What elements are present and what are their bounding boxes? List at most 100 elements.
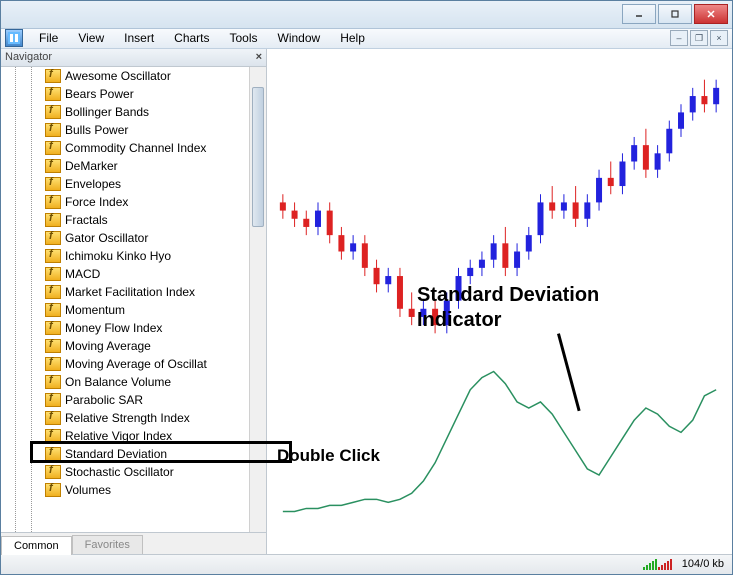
title-bar — [1, 1, 732, 29]
indicator-commodity-channel-index[interactable]: Commodity Channel Index — [1, 139, 249, 157]
indicator-money-flow-index[interactable]: Money Flow Index — [1, 319, 249, 337]
indicator-label: Money Flow Index — [65, 321, 162, 335]
indicator-volumes[interactable]: Volumes — [1, 481, 249, 499]
app-icon — [5, 29, 23, 47]
indicator-icon — [45, 465, 61, 479]
indicator-envelopes[interactable]: Envelopes — [1, 175, 249, 193]
indicator-icon — [45, 123, 61, 137]
menu-insert[interactable]: Insert — [114, 29, 164, 47]
indicator-icon — [45, 159, 61, 173]
indicator-label: Fractals — [65, 213, 108, 227]
indicator-label: Gator Oscillator — [65, 231, 148, 245]
indicator-icon — [45, 357, 61, 371]
status-bar: 104/0 kb — [1, 554, 732, 574]
connection-bars-icon — [643, 558, 672, 570]
indicator-label: Envelopes — [65, 177, 121, 191]
content-area: Navigator × Awesome Oscillator Bears Powe… — [1, 49, 732, 554]
indicator-parabolic-sar[interactable]: Parabolic SAR — [1, 391, 249, 409]
chart-area[interactable]: Standard Deviation Indicator Double Clic… — [267, 49, 732, 554]
indicator-label: Bears Power — [65, 87, 134, 101]
indicator-label: Standard Deviation — [65, 447, 167, 461]
indicator-label: Bollinger Bands — [65, 105, 149, 119]
menu-tools[interactable]: Tools — [220, 29, 268, 47]
mdi-restore-button[interactable]: ❐ — [690, 30, 708, 46]
indicator-label: Force Index — [65, 195, 128, 209]
scrollbar-thumb[interactable] — [252, 87, 264, 227]
indicator-label: MACD — [65, 267, 100, 281]
indicator-icon — [45, 447, 61, 461]
indicator-icon — [45, 141, 61, 155]
menu-help[interactable]: Help — [330, 29, 375, 47]
tab-favorites[interactable]: Favorites — [72, 535, 143, 554]
mdi-minimize-button[interactable]: – — [670, 30, 688, 46]
indicator-icon — [45, 375, 61, 389]
indicator-standard-deviation[interactable]: Standard Deviation — [1, 445, 249, 463]
indicator-icon — [45, 267, 61, 281]
indicator-gator-oscillator[interactable]: Gator Oscillator — [1, 229, 249, 247]
indicator-relative-vigor-index[interactable]: Relative Vigor Index — [1, 427, 249, 445]
indicator-bears-power[interactable]: Bears Power — [1, 85, 249, 103]
indicator-ichimoku-kinko-hyo[interactable]: Ichimoku Kinko Hyo — [1, 247, 249, 265]
navigator-title: Navigator — [5, 51, 52, 63]
menu-view[interactable]: View — [68, 29, 114, 47]
indicator-icon — [45, 303, 61, 317]
indicator-label: Moving Average of Oscillat — [65, 357, 207, 371]
menu-file[interactable]: File — [29, 29, 68, 47]
indicator-icon — [45, 105, 61, 119]
navigator-tabs: Common Favorites — [1, 532, 266, 554]
status-transfer: 104/0 kb — [682, 558, 724, 570]
indicator-icon — [45, 231, 61, 245]
tab-common[interactable]: Common — [1, 536, 72, 555]
indicator-market-facilitation-index[interactable]: Market Facilitation Index — [1, 283, 249, 301]
indicator-demarker[interactable]: DeMarker — [1, 157, 249, 175]
indicator-icon — [45, 177, 61, 191]
indicator-icon — [45, 69, 61, 83]
indicator-label: Momentum — [65, 303, 125, 317]
indicator-label: Market Facilitation Index — [65, 285, 195, 299]
indicator-label: Stochastic Oscillator — [65, 465, 174, 479]
indicator-icon — [45, 339, 61, 353]
menu-charts[interactable]: Charts — [164, 29, 219, 47]
indicator-icon — [45, 411, 61, 425]
indicator-icon — [45, 285, 61, 299]
menu-window[interactable]: Window — [268, 29, 331, 47]
indicator-label: Moving Average — [65, 339, 151, 353]
indicator-label: Bulls Power — [65, 123, 128, 137]
navigator-tree: Awesome Oscillator Bears Power Bollinger B… — [1, 67, 266, 532]
indicator-on-balance-volume[interactable]: On Balance Volume — [1, 373, 249, 391]
indicator-relative-strength-index[interactable]: Relative Strength Index — [1, 409, 249, 427]
indicator-bollinger-bands[interactable]: Bollinger Bands — [1, 103, 249, 121]
indicator-moving-average-of-oscillat[interactable]: Moving Average of Oscillat — [1, 355, 249, 373]
indicator-moving-average[interactable]: Moving Average — [1, 337, 249, 355]
indicator-icon — [45, 393, 61, 407]
navigator-scrollbar[interactable] — [249, 67, 266, 532]
indicator-label: Commodity Channel Index — [65, 141, 206, 155]
indicator-label: On Balance Volume — [65, 375, 171, 389]
navigator-close-icon[interactable]: × — [256, 51, 262, 63]
indicator-label: Relative Strength Index — [65, 411, 190, 425]
indicator-icon — [45, 195, 61, 209]
close-button[interactable] — [694, 4, 728, 24]
indicator-icon — [45, 249, 61, 263]
indicator-label: Relative Vigor Index — [65, 429, 172, 443]
indicator-fractals[interactable]: Fractals — [1, 211, 249, 229]
indicator-bulls-power[interactable]: Bulls Power — [1, 121, 249, 139]
indicator-label: DeMarker — [65, 159, 118, 173]
indicator-icon — [45, 87, 61, 101]
indicator-label: Ichimoku Kinko Hyo — [65, 249, 171, 263]
indicator-icon — [45, 429, 61, 443]
indicator-momentum[interactable]: Momentum — [1, 301, 249, 319]
indicator-awesome-oscillator[interactable]: Awesome Oscillator — [1, 67, 249, 85]
indicator-icon — [45, 213, 61, 227]
indicator-stochastic-oscillator[interactable]: Stochastic Oscillator — [1, 463, 249, 481]
indicator-macd[interactable]: MACD — [1, 265, 249, 283]
indicator-icon — [45, 321, 61, 335]
navigator-header: Navigator × — [1, 49, 266, 67]
minimize-button[interactable] — [622, 4, 656, 24]
mdi-close-button[interactable]: × — [710, 30, 728, 46]
maximize-button[interactable] — [658, 4, 692, 24]
menu-bar: File View Insert Charts Tools Window Hel… — [1, 29, 732, 49]
indicator-force-index[interactable]: Force Index — [1, 193, 249, 211]
indicator-label: Volumes — [65, 483, 111, 497]
app-window: File View Insert Charts Tools Window Hel… — [0, 0, 733, 575]
